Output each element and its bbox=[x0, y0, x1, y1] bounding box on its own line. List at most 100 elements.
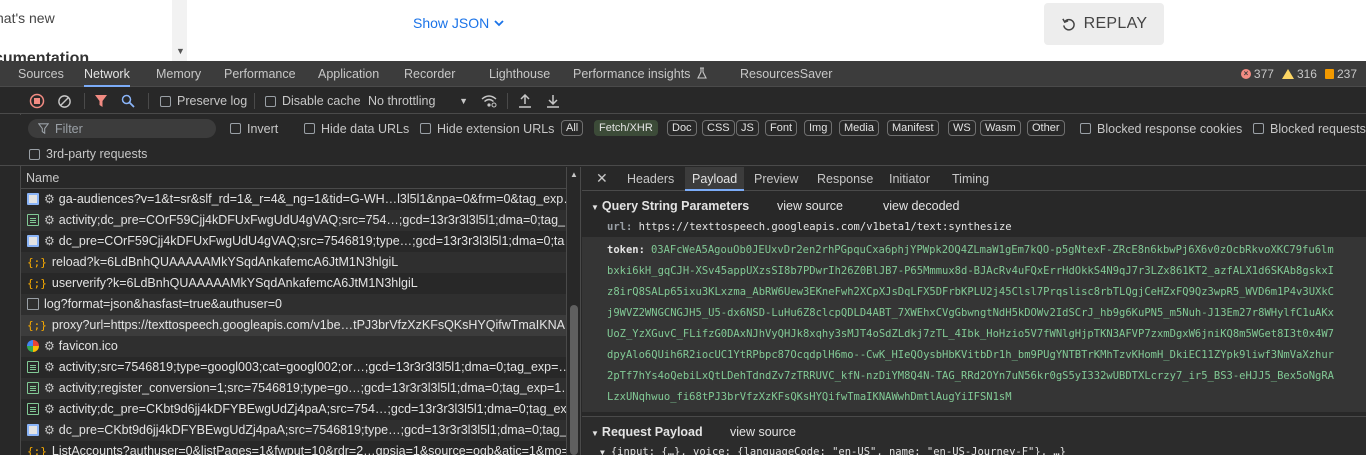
blocked-requests-label: Blocked requests bbox=[1270, 121, 1366, 136]
request-row[interactable]: ⚙ favicon.ico bbox=[21, 336, 566, 357]
request-payload-title: Request Payload bbox=[601, 425, 703, 439]
tab-recorder[interactable]: Recorder bbox=[404, 61, 455, 87]
chip-wasm[interactable]: Wasm bbox=[980, 120, 1021, 136]
clear-button[interactable] bbox=[57, 88, 72, 114]
chip-js[interactable]: JS bbox=[736, 120, 759, 136]
tab-payload[interactable]: Payload bbox=[685, 167, 745, 191]
close-icon[interactable]: ✕ bbox=[596, 170, 608, 187]
issues-counter[interactable]: × 377 316 237 bbox=[1240, 61, 1357, 87]
tab-lighthouse[interactable]: Lighthouse bbox=[489, 61, 550, 87]
network-conditions-button[interactable] bbox=[481, 88, 497, 114]
tab-timing[interactable]: Timing bbox=[952, 167, 989, 191]
filter-placeholder: Filter bbox=[55, 121, 83, 136]
request-row[interactable]: log?format=json&hasfast=true&authuser=0 bbox=[21, 294, 566, 315]
request-row[interactable]: ⚙ dc_pre=COrF59Cjj4kDFUxFwgUdU4gVAQ;src=7… bbox=[21, 231, 566, 252]
query-string-section-header[interactable]: ▼ Query String Parameters view source vie… bbox=[582, 195, 1366, 217]
token-line: dpyAlo6QUih6R2iocUC1YtRPbpc87OcqdplH6mo-… bbox=[607, 349, 1334, 361]
page-sidebar: hat's new cumentation ▼ bbox=[0, 0, 187, 61]
chip-manifest[interactable]: Manifest bbox=[887, 120, 939, 136]
chip-fetch-xhr[interactable]: Fetch/XHR bbox=[594, 120, 658, 136]
chip-doc[interactable]: Doc bbox=[667, 120, 697, 136]
tab-initiator[interactable]: Initiator bbox=[889, 167, 930, 191]
show-json-button[interactable]: Show JSON bbox=[413, 15, 505, 31]
chip-img[interactable]: Img bbox=[804, 120, 833, 136]
tab-headers[interactable]: Headers bbox=[627, 167, 674, 191]
filter-toggle-button[interactable] bbox=[94, 88, 108, 114]
tab-resources-saver[interactable]: ResourcesSaver bbox=[740, 61, 832, 87]
request-row[interactable]: ⚙ activity;src=7546819;type=googl003;cat=… bbox=[21, 357, 566, 378]
upload-icon bbox=[519, 94, 531, 108]
chip-all[interactable]: All bbox=[561, 120, 584, 136]
tab-response[interactable]: Response bbox=[817, 167, 873, 191]
preserve-log-label: Preserve log bbox=[177, 94, 248, 108]
request-row[interactable]: {;} ListAccounts?authuser=0&listPages=1&f… bbox=[21, 441, 566, 455]
replay-label: REPLAY bbox=[1083, 15, 1148, 32]
sidebar-link-documentation[interactable]: cumentation bbox=[0, 50, 89, 61]
checkbox-box bbox=[1253, 123, 1264, 134]
error-icon: × bbox=[1240, 69, 1251, 79]
scroll-down-arrow-icon[interactable]: ▼ bbox=[176, 46, 185, 56]
network-toolbar: Preserve log Disable cache No throttling… bbox=[0, 88, 1366, 114]
script-request-icon bbox=[27, 382, 39, 394]
third-party-checkbox[interactable]: 3rd-party requests bbox=[29, 142, 147, 166]
payload-json-line[interactable]: ▼ {input: {…}, voice: {languageCode: "en-… bbox=[582, 443, 1366, 455]
invert-label: Invert bbox=[247, 121, 279, 136]
blocked-response-cookies-checkbox[interactable]: Blocked response cookies bbox=[1080, 115, 1242, 142]
tab-application[interactable]: Application bbox=[318, 61, 379, 87]
request-row[interactable]: ⚙ activity;dc_pre=COrF59Cjj4kDFUxFwgUdU4g… bbox=[21, 210, 566, 231]
tab-memory[interactable]: Memory bbox=[156, 61, 201, 87]
sidebar-link-whats-new[interactable]: hat's new bbox=[0, 10, 55, 26]
invert-checkbox[interactable]: Invert bbox=[230, 115, 278, 142]
request-row[interactable]: ⚙ activity;register_conversion=1;src=7546… bbox=[21, 378, 566, 399]
filter-input[interactable]: Filter bbox=[28, 119, 216, 138]
view-source-link[interactable]: view source bbox=[730, 421, 796, 443]
import-har-button[interactable] bbox=[518, 88, 532, 114]
request-payload-section: ▼ Request Payload view source ▼ {input: {…… bbox=[582, 416, 1366, 455]
preserve-log-checkbox[interactable]: Preserve log bbox=[160, 88, 247, 114]
view-source-link[interactable]: view source bbox=[777, 195, 843, 217]
chip-css[interactable]: CSS bbox=[702, 120, 735, 136]
expand-triangle-icon: ▼ bbox=[600, 448, 605, 455]
request-row[interactable]: {;} reload?k=6LdBnhQUAAAAAMkYSqdAnkafemcA… bbox=[21, 252, 566, 273]
tab-sources[interactable]: Sources bbox=[18, 61, 64, 87]
gear-icon: ⚙ bbox=[44, 234, 55, 248]
search-button[interactable] bbox=[121, 88, 135, 114]
fetch-request-icon: {;} bbox=[27, 256, 47, 269]
tab-performance-insights[interactable]: Performance insights bbox=[573, 61, 707, 87]
export-har-button[interactable] bbox=[546, 88, 560, 114]
column-header-name[interactable]: Name bbox=[21, 167, 580, 189]
chip-other[interactable]: Other bbox=[1027, 120, 1065, 136]
request-row[interactable]: ⚙ activity;dc_pre=CKbt9d6jj4kDFYBEwgUdZj4… bbox=[21, 399, 566, 420]
scroll-up-arrow-icon[interactable]: ▲ bbox=[570, 170, 578, 179]
tab-network[interactable]: Network bbox=[84, 61, 130, 87]
replay-icon bbox=[1061, 18, 1075, 31]
sidebar-scrollbar[interactable]: ▼ bbox=[172, 0, 187, 61]
request-detail-panel: ✕ Headers Payload Preview Response Initi… bbox=[582, 167, 1366, 455]
scrollbar-thumb[interactable] bbox=[570, 305, 578, 455]
replay-button[interactable]: REPLAY bbox=[1044, 3, 1164, 45]
hide-extension-urls-checkbox[interactable]: Hide extension URLs bbox=[420, 115, 554, 142]
tab-preview[interactable]: Preview bbox=[754, 167, 798, 191]
chip-media[interactable]: Media bbox=[839, 120, 879, 136]
hide-data-urls-checkbox[interactable]: Hide data URLs bbox=[304, 115, 409, 142]
disable-cache-checkbox[interactable]: Disable cache bbox=[265, 88, 361, 114]
tab-performance[interactable]: Performance bbox=[224, 61, 296, 87]
request-row[interactable]: {;} userverify?k=6LdBnhQUAAAAAMkYSqdAnkaf… bbox=[21, 273, 566, 294]
request-row[interactable]: ⚙ dc_pre=CKbt9d6jj4kDFYBEwgUdZj4paA;src=7… bbox=[21, 420, 566, 441]
request-row[interactable]: ⚙ ga-audiences?v=1&t=sr&slf_rd=1&_r=4&_ng… bbox=[21, 189, 566, 210]
chip-font[interactable]: Font bbox=[765, 120, 798, 136]
list-scrollbar[interactable]: ▲ bbox=[566, 167, 580, 455]
blocked-requests-checkbox[interactable]: Blocked requests bbox=[1253, 115, 1366, 142]
view-decoded-link[interactable]: view decoded bbox=[883, 195, 959, 217]
gear-icon: ⚙ bbox=[44, 213, 55, 227]
request-payload-header[interactable]: ▼ Request Payload view source bbox=[582, 421, 1366, 443]
request-name: activity;dc_pre=CKbt9d6jj4kDFYBEwgUdZj4p… bbox=[58, 402, 566, 416]
request-row[interactable]: {;} proxy?url=https://texttospeech.google… bbox=[21, 315, 566, 336]
throttling-select[interactable]: No throttling ▼ bbox=[368, 88, 468, 114]
chip-ws[interactable]: WS bbox=[948, 120, 976, 136]
favicon-icon bbox=[27, 340, 39, 352]
page-top-area: hat's new cumentation ▼ Show JSON REPLAY bbox=[0, 0, 1366, 61]
devtools-tab-bar: Sources Network Memory Performance Appli… bbox=[0, 61, 1366, 87]
flask-icon bbox=[697, 67, 707, 79]
record-button[interactable] bbox=[29, 88, 45, 114]
